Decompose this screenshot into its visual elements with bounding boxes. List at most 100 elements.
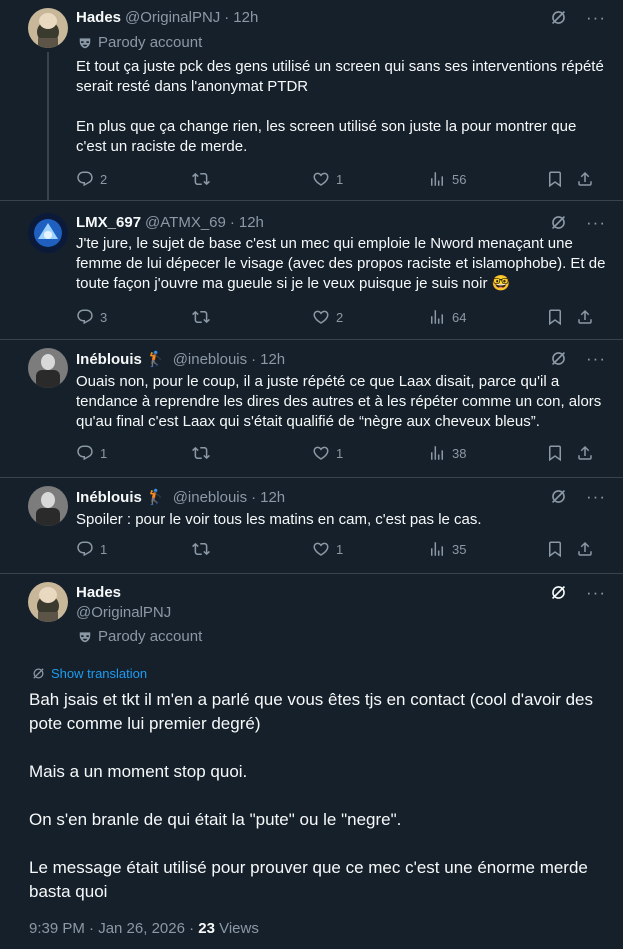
reply-button[interactable]: 2	[76, 170, 107, 188]
avatar[interactable]	[28, 348, 68, 388]
reply-tweet-3[interactable]: Inéblouis 🏌 @ineblouis · 12h ··· Ouais n…	[0, 340, 623, 477]
reply-button[interactable]: 3	[76, 308, 107, 326]
bookmark-button[interactable]	[546, 540, 564, 558]
views-button[interactable]: 64	[428, 308, 466, 326]
views-button[interactable]: 56	[428, 170, 466, 188]
bookmark-button[interactable]	[546, 308, 564, 326]
bookmark-button[interactable]	[546, 444, 564, 462]
timestamp[interactable]: 12h	[239, 214, 264, 231]
reply-button[interactable]: 1	[76, 444, 107, 462]
repost-icon	[192, 170, 210, 188]
action-bar: 1 1 35	[76, 540, 606, 560]
repost-button[interactable]	[192, 540, 210, 558]
translate-icon	[31, 666, 46, 681]
bookmark-button[interactable]	[546, 170, 564, 188]
timestamp[interactable]: 12h	[260, 351, 285, 368]
like-button[interactable]: 1	[312, 170, 343, 188]
bookmark-icon	[546, 170, 564, 188]
grok-icon[interactable]	[549, 583, 568, 602]
more-icon[interactable]: ···	[586, 214, 606, 231]
grok-icon[interactable]	[549, 349, 568, 368]
more-icon[interactable]: ···	[586, 9, 606, 26]
reply-icon	[76, 540, 94, 558]
share-button[interactable]	[576, 444, 594, 462]
thread-line	[47, 52, 49, 200]
tweet-top-icons: ···	[549, 8, 606, 27]
like-button[interactable]: 1	[312, 444, 343, 462]
heart-icon	[312, 170, 330, 188]
avatar[interactable]	[28, 582, 68, 622]
user-handle[interactable]: @ATMX_69	[145, 214, 226, 231]
share-button[interactable]	[576, 540, 594, 558]
parody-label: Parody account	[78, 628, 202, 645]
like-button[interactable]: 2	[312, 308, 343, 326]
avatar[interactable]	[28, 8, 68, 48]
reply-count: 1	[100, 445, 108, 461]
user-handle[interactable]: @OriginalPNJ	[76, 604, 171, 621]
timestamp[interactable]: 12h	[260, 489, 285, 506]
repost-icon	[192, 308, 210, 326]
views-icon	[428, 444, 446, 462]
views-label: Views	[214, 920, 259, 937]
share-button[interactable]	[576, 170, 594, 188]
reply-icon	[76, 444, 94, 462]
main-handle-row: @OriginalPNJ	[76, 604, 171, 621]
grok-icon[interactable]	[549, 487, 568, 506]
main-tweet-text: Bah jsais et tkt il m'en a parlé que vou…	[29, 690, 594, 901]
parody-label: Parody account	[78, 34, 202, 51]
repost-button[interactable]	[192, 308, 210, 326]
avatar[interactable]	[28, 213, 68, 253]
display-name[interactable]: Inéblouis 🏌	[76, 488, 165, 506]
views-button[interactable]: 35	[428, 540, 466, 558]
share-icon	[576, 308, 594, 326]
parody-mask-icon	[78, 630, 92, 644]
like-button[interactable]: 1	[312, 540, 343, 558]
views-button[interactable]: 38	[428, 444, 466, 462]
timestamp[interactable]: 12h	[233, 9, 258, 26]
grok-icon[interactable]	[549, 213, 568, 232]
tweet-header: Inéblouis 🏌 @ineblouis · 12h	[76, 350, 285, 369]
more-icon[interactable]: ···	[586, 488, 606, 505]
display-name[interactable]: Hades	[76, 584, 121, 601]
main-display-name-row: Hades	[76, 584, 121, 601]
post-timestamp[interactable]: 9:39 PM · Jan 26, 2026 ·	[29, 920, 198, 937]
reply-button[interactable]: 1	[76, 540, 107, 558]
tweet-meta: 9:39 PM · Jan 26, 2026 · 23 Views	[29, 920, 259, 937]
parody-text: Parody account	[98, 628, 203, 645]
reply-tweet-4[interactable]: Inéblouis 🏌 @ineblouis · 12h ··· Spoiler…	[0, 478, 623, 573]
show-translation-link[interactable]: Show translation	[31, 666, 147, 681]
repost-button[interactable]	[192, 444, 210, 462]
tweet-text: Et tout ça juste pck des gens utilisé un…	[76, 58, 604, 155]
heart-icon	[312, 444, 330, 462]
share-button[interactable]	[576, 308, 594, 326]
tweet-top-icons: ···	[549, 487, 606, 506]
reply-tweet-2[interactable]: LMX_697 @ATMX_69 · 12h ··· J'te jure, le…	[0, 201, 623, 339]
separator-dot: ·	[229, 214, 235, 231]
views-icon	[428, 308, 446, 326]
bookmark-icon	[546, 540, 564, 558]
like-count: 1	[336, 445, 344, 461]
more-icon[interactable]: ···	[586, 350, 606, 367]
display-name[interactable]: LMX_697	[76, 214, 141, 231]
display-name[interactable]: Hades	[76, 9, 121, 26]
grok-icon[interactable]	[549, 8, 568, 27]
reply-tweet-1[interactable]: Hades @OriginalPNJ · 12h Parody account …	[0, 0, 623, 200]
tweet-text: Ouais non, pour le coup, il a juste répé…	[76, 373, 606, 430]
user-handle[interactable]: @ineblouis	[173, 351, 247, 368]
user-handle[interactable]: @ineblouis	[173, 489, 247, 506]
display-name[interactable]: Inéblouis 🏌	[76, 350, 165, 368]
tweet-top-icons: ···	[549, 349, 606, 368]
share-icon	[576, 540, 594, 558]
show-translation-text[interactable]: Show translation	[51, 666, 147, 681]
view-count: 38	[452, 445, 467, 461]
like-count: 1	[336, 171, 344, 187]
tweet-top-icons: ···	[549, 213, 606, 232]
reply-icon	[76, 170, 94, 188]
avatar[interactable]	[28, 486, 68, 526]
more-icon[interactable]: ···	[586, 584, 606, 601]
tweet-header: Inéblouis 🏌 @ineblouis · 12h	[76, 488, 285, 507]
share-icon	[576, 444, 594, 462]
views-count: 23	[198, 920, 215, 937]
repost-button[interactable]	[192, 170, 210, 188]
user-handle[interactable]: @OriginalPNJ	[125, 9, 220, 26]
